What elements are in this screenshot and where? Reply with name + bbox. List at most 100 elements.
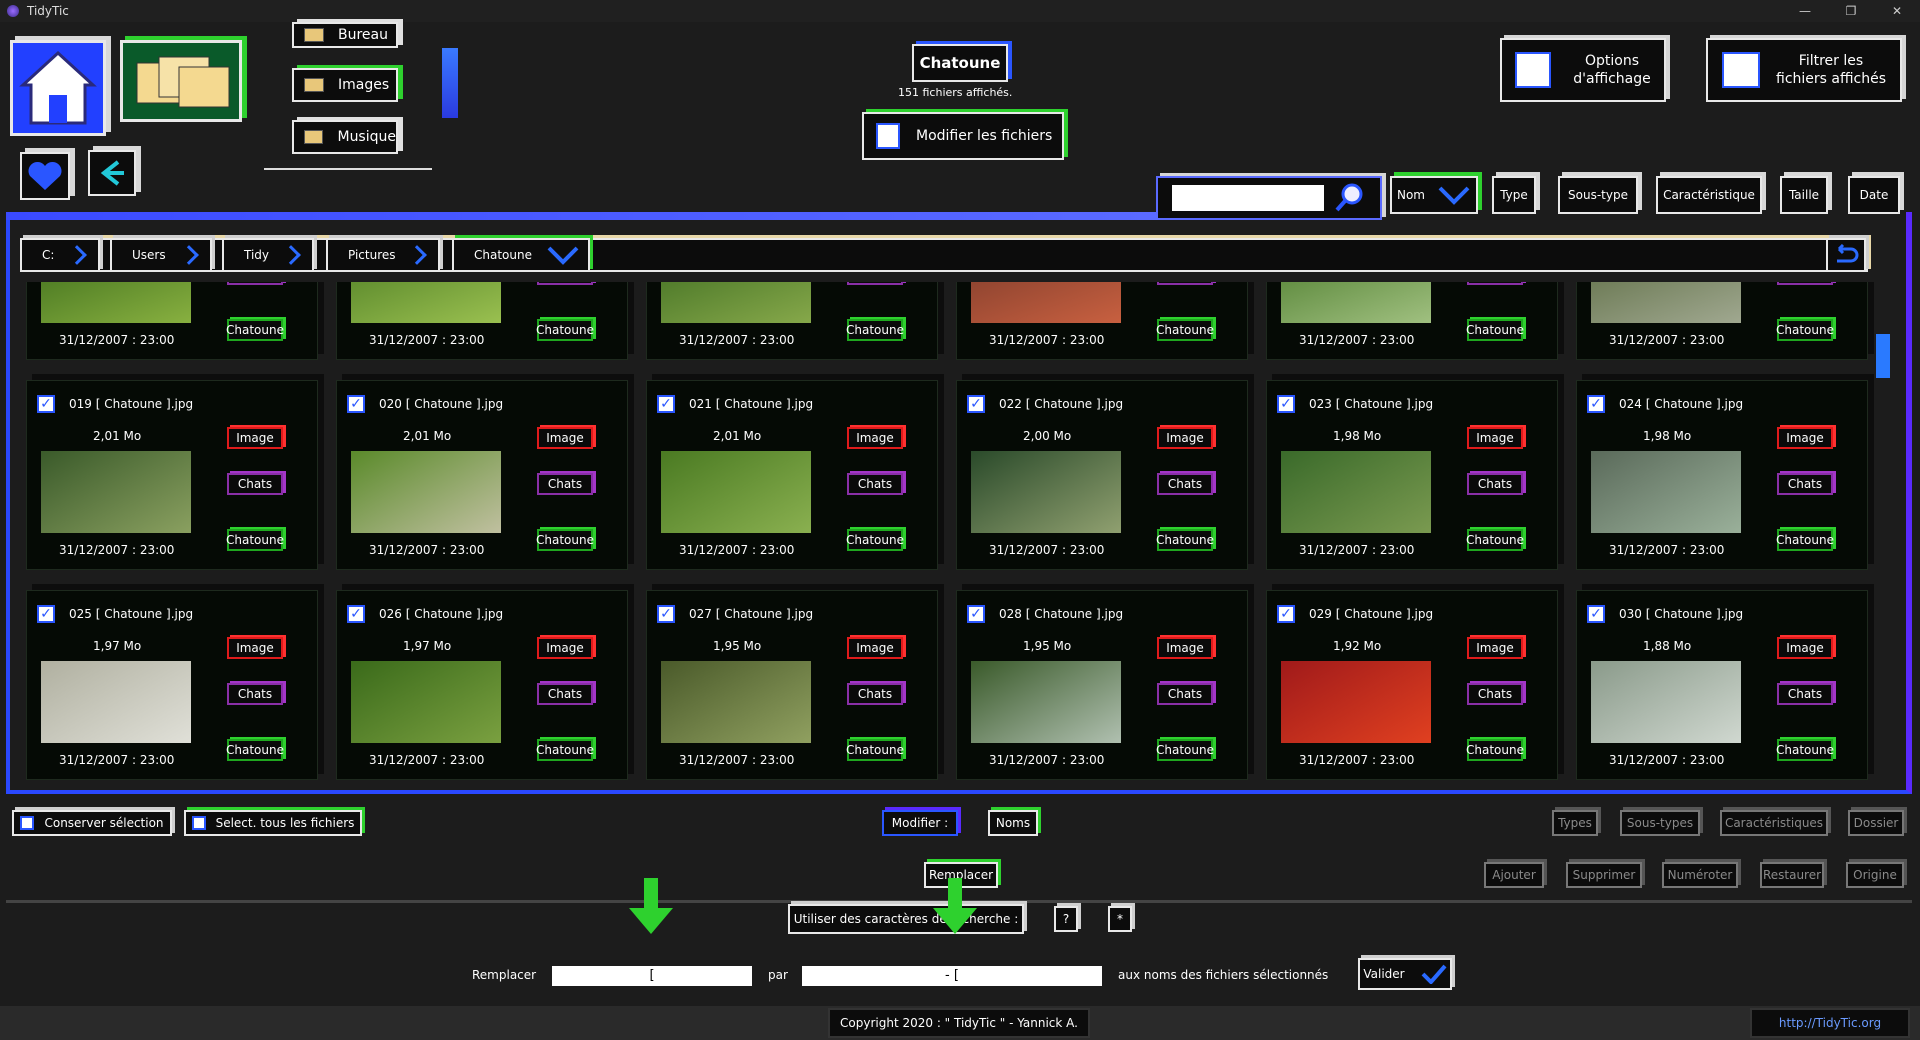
- thumbnail-image[interactable]: [971, 451, 1121, 533]
- filter-files-button[interactable]: Filtrer les fichiers affichés: [1706, 38, 1902, 102]
- sort-characteristic-button[interactable]: Caractéristique: [1656, 176, 1762, 214]
- file-card[interactable]: ✓ 021 [ Chatoune ].jpg 2,01 Mo 31/12/2007 :…: [646, 380, 938, 570]
- by-input[interactable]: - [: [802, 966, 1102, 986]
- file-card[interactable]: ✓ 026 [ Chatoune ].jpg 1,97 Mo 31/12/2007 :…: [336, 590, 628, 780]
- thumbnail-image[interactable]: [41, 661, 191, 743]
- minimize-button[interactable]: —: [1782, 0, 1828, 22]
- tag-chats-button[interactable]: Chats: [847, 282, 903, 285]
- file-card[interactable]: ✓ 022 [ Chatoune ].jpg 2,00 Mo 31/12/2007 :…: [956, 380, 1248, 570]
- tag-image-button[interactable]: Image: [537, 427, 593, 449]
- thumbnail-image[interactable]: [351, 282, 501, 323]
- select-checkbox[interactable]: ✓: [37, 395, 55, 413]
- wildcard-question-button[interactable]: ?: [1054, 906, 1078, 932]
- tag-chats-button[interactable]: Chats: [227, 282, 283, 285]
- types-button[interactable]: Types: [1552, 810, 1598, 836]
- breadcrumb-back-button[interactable]: [1826, 238, 1866, 272]
- modify-files-button[interactable]: Modifier les fichiers: [862, 112, 1064, 160]
- tag-chats-button[interactable]: Chats: [1467, 282, 1523, 285]
- file-card[interactable]: 31/12/2007 : 23:00 Chats Chatoune: [26, 282, 318, 360]
- tag-chatoune-button[interactable]: Chatoune: [536, 739, 594, 761]
- home-button[interactable]: [10, 40, 106, 136]
- tag-image-button[interactable]: Image: [1777, 637, 1833, 659]
- file-card[interactable]: 31/12/2007 : 23:00 Chats Chatoune: [336, 282, 628, 360]
- select-checkbox[interactable]: ✓: [1587, 395, 1605, 413]
- thumbnail-image[interactable]: [351, 451, 501, 533]
- tag-image-button[interactable]: Image: [227, 637, 283, 659]
- thumbnail-image[interactable]: [661, 282, 811, 323]
- folders-scrollbar[interactable]: [442, 48, 458, 118]
- thumbnail-image[interactable]: [1281, 282, 1431, 323]
- thumbnail-image[interactable]: [351, 661, 501, 743]
- file-card[interactable]: ✓ 028 [ Chatoune ].jpg 1,95 Mo 31/12/2007 :…: [956, 590, 1248, 780]
- select-checkbox[interactable]: ✓: [657, 605, 675, 623]
- select-checkbox[interactable]: ✓: [1587, 605, 1605, 623]
- breadcrumb-users[interactable]: Users: [110, 238, 212, 272]
- tag-chatoune-button[interactable]: Chatoune: [1156, 529, 1214, 551]
- file-card[interactable]: 31/12/2007 : 23:00 Chats Chatoune: [1266, 282, 1558, 360]
- tag-chatoune-button[interactable]: Chatoune: [846, 529, 904, 551]
- display-options-button[interactable]: Options d'affichage: [1500, 38, 1666, 102]
- thumbnail-image[interactable]: [1281, 451, 1431, 533]
- folder-button[interactable]: Dossier: [1848, 810, 1904, 836]
- tag-chatoune-button[interactable]: Chatoune: [1156, 319, 1214, 341]
- file-card[interactable]: ✓ 025 [ Chatoune ].jpg 1,97 Mo 31/12/2007 :…: [26, 590, 318, 780]
- thumbnail-image[interactable]: [1591, 282, 1741, 323]
- tag-chatoune-button[interactable]: Chatoune: [846, 319, 904, 341]
- validate-button[interactable]: Valider: [1358, 958, 1452, 990]
- tag-chats-button[interactable]: Chats: [227, 683, 283, 705]
- tag-chatoune-button[interactable]: Chatoune: [1776, 529, 1834, 551]
- add-button[interactable]: Ajouter: [1484, 862, 1544, 888]
- tag-chatoune-button[interactable]: Chatoune: [1466, 319, 1524, 341]
- breadcrumb-chatoune[interactable]: Chatoune: [452, 238, 590, 272]
- wildcard-star-button[interactable]: *: [1108, 906, 1132, 932]
- tag-image-button[interactable]: Image: [1777, 427, 1833, 449]
- tag-chats-button[interactable]: Chats: [537, 473, 593, 495]
- thumbnail-image[interactable]: [661, 451, 811, 533]
- tag-image-button[interactable]: Image: [1157, 427, 1213, 449]
- restore-button[interactable]: Restaurer: [1760, 862, 1824, 888]
- sort-name-button[interactable]: Nom: [1390, 176, 1478, 214]
- tag-chats-button[interactable]: Chats: [1777, 683, 1833, 705]
- folder-musique[interactable]: Musique: [292, 120, 398, 154]
- file-card[interactable]: ✓ 020 [ Chatoune ].jpg 2,01 Mo 31/12/2007 :…: [336, 380, 628, 570]
- tag-chatoune-button[interactable]: Chatoune: [1776, 319, 1834, 341]
- sort-type-button[interactable]: Type: [1492, 176, 1536, 214]
- select-checkbox[interactable]: ✓: [1277, 605, 1295, 623]
- origin-button[interactable]: Origine: [1846, 862, 1904, 888]
- favorites-button[interactable]: [20, 152, 70, 200]
- tag-chatoune-button[interactable]: Chatoune: [226, 529, 284, 551]
- tag-image-button[interactable]: Image: [537, 637, 593, 659]
- search-input[interactable]: [1172, 185, 1324, 211]
- file-card[interactable]: 31/12/2007 : 23:00 Chats Chatoune: [1576, 282, 1868, 360]
- characteristics-button[interactable]: Caractéristiques: [1720, 810, 1828, 836]
- keep-selection-button[interactable]: Conserver sélection: [12, 810, 172, 836]
- thumbnail-image[interactable]: [1591, 661, 1741, 743]
- file-card[interactable]: ✓ 029 [ Chatoune ].jpg 1,92 Mo 31/12/2007 :…: [1266, 590, 1558, 780]
- thumbnail-image[interactable]: [41, 451, 191, 533]
- tag-chatoune-button[interactable]: Chatoune: [1466, 739, 1524, 761]
- breadcrumb-tidy[interactable]: Tidy: [222, 238, 314, 272]
- breadcrumb-c[interactable]: C:: [20, 238, 100, 272]
- tag-chats-button[interactable]: Chats: [1467, 473, 1523, 495]
- tag-image-button[interactable]: Image: [847, 637, 903, 659]
- tag-chats-button[interactable]: Chats: [1777, 282, 1833, 285]
- tag-chats-button[interactable]: Chats: [1467, 683, 1523, 705]
- tag-chatoune-button[interactable]: Chatoune: [1776, 739, 1834, 761]
- select-all-button[interactable]: Select. tous les fichiers: [184, 810, 362, 836]
- folder-images[interactable]: Images: [292, 68, 398, 102]
- file-card[interactable]: ✓ 027 [ Chatoune ].jpg 1,95 Mo 31/12/2007 :…: [646, 590, 938, 780]
- tag-chatoune-button[interactable]: Chatoune: [1156, 739, 1214, 761]
- file-card[interactable]: ✓ 030 [ Chatoune ].jpg 1,88 Mo 31/12/2007 :…: [1576, 590, 1868, 780]
- tag-chats-button[interactable]: Chats: [1157, 683, 1213, 705]
- subtypes-button[interactable]: Sous-types: [1620, 810, 1700, 836]
- tag-image-button[interactable]: Image: [1467, 637, 1523, 659]
- tag-chatoune-button[interactable]: Chatoune: [226, 739, 284, 761]
- select-checkbox[interactable]: ✓: [967, 395, 985, 413]
- maximize-button[interactable]: ❐: [1828, 0, 1874, 22]
- thumbnail-image[interactable]: [41, 282, 191, 323]
- tag-chatoune-button[interactable]: Chatoune: [536, 319, 594, 341]
- sort-subtype-button[interactable]: Sous-type: [1558, 176, 1638, 214]
- thumbnail-image[interactable]: [661, 661, 811, 743]
- tag-chatoune-button[interactable]: Chatoune: [536, 529, 594, 551]
- names-button[interactable]: Noms: [988, 810, 1038, 836]
